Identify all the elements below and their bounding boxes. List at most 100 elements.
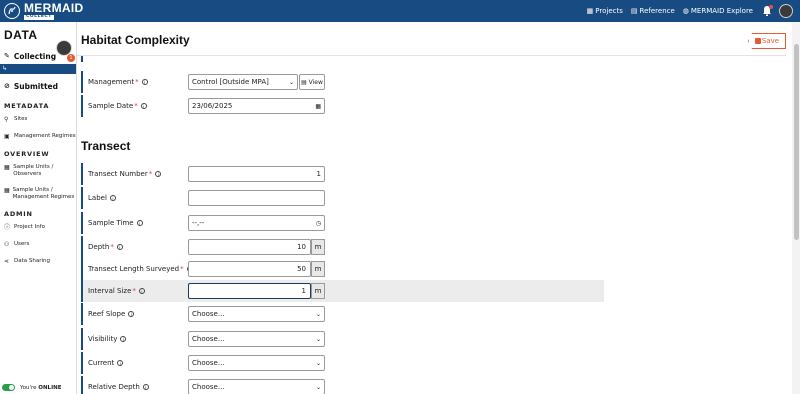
info-icon[interactable]: i: [155, 171, 162, 177]
check-circle-icon: ⊘: [4, 82, 10, 90]
current-row: Current i Choose... ⌄: [81, 352, 604, 374]
management-value: Control [Outside MPA]: [192, 78, 269, 86]
transect-length-row: Transect Length Surveyed*i 50 m: [81, 258, 604, 280]
visibility-select[interactable]: Choose... ⌄: [188, 331, 325, 347]
label-label: Label i: [88, 194, 116, 202]
sidebar-item-submitted[interactable]: ⊘ Submitted: [0, 78, 76, 94]
field-label-text: Label: [88, 194, 107, 202]
sidebar-item-label: Sample Units / Management Regimes: [12, 186, 75, 201]
info-icon[interactable]: i: [109, 195, 116, 201]
chevron-down-icon: ⌄: [315, 310, 321, 318]
required-marker: *: [134, 102, 138, 110]
field-label-text: Relative Depth: [88, 383, 140, 391]
management-label-text: Management: [88, 78, 135, 86]
transect-length-label: Transect Length Surveyed*i: [88, 265, 193, 273]
sidebar-item-label: Project Info: [14, 224, 45, 231]
scrollbar-thumb[interactable]: [794, 44, 799, 240]
depth-input[interactable]: 10: [188, 239, 311, 255]
transect-section-title: Transect: [81, 139, 131, 153]
main-content: Habitat Complexity Save Management * i Con…: [77, 22, 800, 394]
logo-subtitle: COLLECT: [24, 14, 54, 20]
sidebar-item-users[interactable]: ⚇ Users: [0, 241, 76, 249]
section-title-overview: OVERVIEW: [4, 149, 50, 158]
required-marker: *: [135, 78, 139, 86]
relative-depth-label: Relative Depth i: [88, 383, 149, 391]
transect-number-row: Transect Number * i 1: [81, 163, 604, 185]
nav-projects[interactable]: ▦ Projects: [587, 7, 623, 15]
label-input[interactable]: [188, 190, 325, 206]
collecting-selected-indicator: ↳: [0, 64, 76, 74]
sidebar-item-management-regimes[interactable]: ▣ Management Regimes: [0, 133, 76, 141]
notifications-button[interactable]: [761, 5, 773, 17]
sample-date-row: Sample Date * i 23/06/2025 ▦: [81, 95, 604, 117]
sample-date-label-text: Sample Date: [88, 102, 134, 110]
sample-time-input[interactable]: --,-- ◷: [188, 215, 325, 231]
sidebar-item-project-info[interactable]: ⓘ Project Info: [0, 224, 76, 232]
sample-date-input[interactable]: 23/06/2025 ▦: [188, 98, 325, 114]
sample-time-value: --,--: [192, 219, 205, 227]
top-navbar: MERMAID COLLECT ▦ Projects ▤ Reference ◍…: [0, 0, 800, 22]
user-avatar[interactable]: [779, 4, 793, 18]
field-label-text: Depth: [88, 243, 110, 251]
regime-icon: ▣: [4, 132, 10, 140]
sidebar-item-sample-units-management[interactable]: ▦ Sample Units / Management Regimes: [0, 187, 76, 201]
interval-size-row: Interval Size * i 1 m: [81, 280, 604, 302]
sidebar-item-label: Users: [14, 240, 30, 247]
info-icon[interactable]: i: [117, 360, 124, 366]
depth-row: Depth * i 10 m: [81, 236, 604, 258]
online-prefix: You're: [20, 384, 37, 391]
required-marker: *: [110, 243, 114, 251]
current-select[interactable]: Choose... ⌄: [188, 355, 325, 371]
sidebar-item-sample-units-observers[interactable]: ▦ Sample Units / Observers: [0, 164, 76, 178]
calendar-icon[interactable]: ▦: [315, 103, 321, 110]
sidebar: DATA 1 ✎ Collecting ↳ ⊘ Submitted METADA…: [0, 22, 77, 394]
info-icon[interactable]: i: [116, 244, 123, 250]
info-icon[interactable]: i: [136, 220, 143, 226]
relative-depth-row: Relative Depth i Choose... ⌄: [81, 376, 604, 394]
management-select[interactable]: Control [Outside MPA] ⌄: [188, 74, 298, 90]
users-icon: ⚇: [4, 240, 10, 248]
transect-length-input[interactable]: 50: [188, 261, 311, 277]
info-icon[interactable]: i: [138, 288, 145, 294]
required-marker: *: [132, 287, 136, 295]
info-icon[interactable]: i: [142, 384, 149, 390]
main-scrollbar[interactable]: [792, 22, 800, 394]
interval-size-input[interactable]: 1: [188, 283, 311, 299]
relative-depth-select[interactable]: Choose... ⌄: [188, 379, 325, 394]
table-icon: ▦: [4, 186, 10, 194]
info-icon[interactable]: i: [120, 336, 127, 342]
save-button[interactable]: Save: [748, 33, 786, 49]
pencil-icon: ✎: [4, 52, 10, 60]
sidebar-item-sites[interactable]: ⚲ Sites: [0, 116, 76, 124]
sidebar-item-label: Sample Units / Observers: [13, 163, 54, 177]
app-logo[interactable]: MERMAID COLLECT: [4, 2, 83, 20]
chevron-down-icon: ⌄: [315, 383, 321, 391]
nav-reference[interactable]: ▤ Reference: [631, 7, 675, 15]
view-management-button[interactable]: ▤ View: [299, 74, 325, 90]
sidebar-item-data-sharing[interactable]: ⋖ Data Sharing: [0, 258, 76, 266]
sample-time-label: Sample Time i: [88, 219, 143, 227]
online-toggle[interactable]: [2, 384, 15, 391]
transect-number-input[interactable]: 1: [188, 166, 325, 182]
clock-icon[interactable]: ◷: [316, 220, 321, 227]
interval-size-unit: m: [311, 283, 325, 299]
info-icon[interactable]: i: [141, 79, 148, 85]
save-icon: [754, 38, 761, 44]
interval-size-value: 1: [301, 287, 306, 295]
management-label: Management * i: [88, 78, 148, 86]
transect-number-label: Transect Number * i: [88, 170, 162, 178]
sidebar-item-label: Submitted: [13, 81, 58, 91]
site-row-partial: [81, 56, 604, 62]
sample-date-value: 23/06/2025: [192, 102, 233, 110]
info-icon[interactable]: i: [140, 103, 147, 109]
transect-number-value: 1: [316, 170, 321, 178]
visibility-value: Choose...: [192, 335, 225, 343]
info-icon[interactable]: i: [128, 311, 135, 317]
transect-length-value: 50: [297, 265, 306, 273]
nav-explore[interactable]: ◍ MERMAID Explore: [683, 7, 753, 15]
reference-icon: ▤: [630, 7, 638, 15]
visibility-row: Visibility i Choose... ⌄: [81, 328, 604, 350]
reef-slope-row: Reef Slope i Choose... ⌄: [81, 303, 604, 325]
field-label-text: Transect Number: [88, 170, 148, 178]
reef-slope-select[interactable]: Choose... ⌄: [188, 306, 325, 322]
